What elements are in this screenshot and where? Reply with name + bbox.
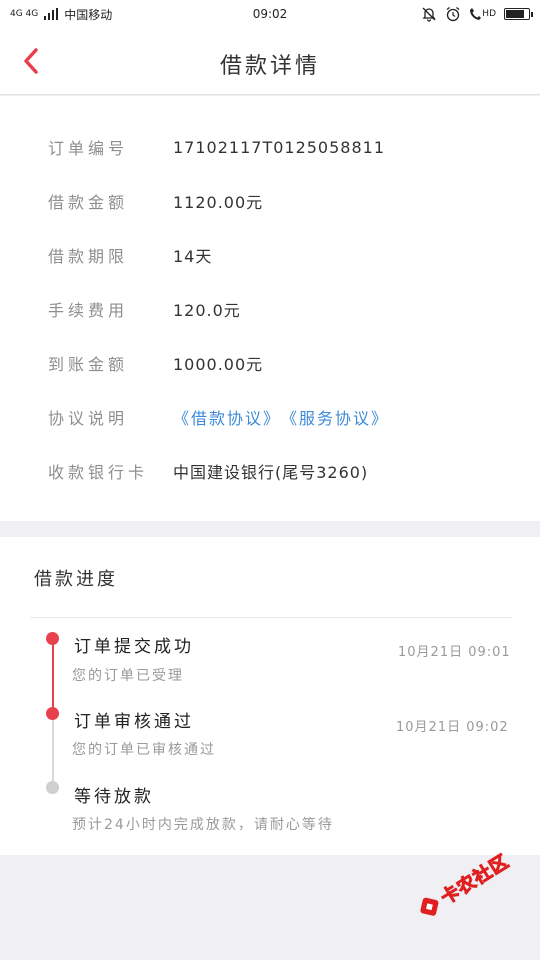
loan-agreement-link[interactable]: 《借款协议》 (173, 405, 281, 429)
fee-label: 手续费用 (48, 301, 129, 320)
order-no-label: 订单编号 (48, 139, 129, 158)
status-left: 4G 4G 中国移动 (10, 6, 112, 23)
step-dot-pending (46, 781, 59, 794)
watermark-text: 卡农社区 (437, 850, 514, 909)
detail-row-order-no: 订单编号 17102117T0125058811 (48, 132, 385, 162)
hd-call-indicator: HD (469, 7, 496, 21)
battery-fill (506, 10, 524, 18)
step-3-title: 等待放款 (74, 787, 154, 807)
agreement-label: 协议说明 (48, 409, 129, 428)
timeline-line-pending (52, 714, 54, 787)
status-bar: 4G 4G 中国移动 09:02 HD (0, 0, 540, 28)
timeline-line-completed (52, 638, 54, 714)
signal-icon (44, 8, 59, 20)
step-2-desc: 您的订单已审核通过 (72, 742, 216, 758)
fee-value: 120.0元 (173, 301, 241, 320)
detail-row-agreement: 协议说明 《借款协议》 《服务协议》 (48, 402, 389, 432)
nav-header: 借款详情 (0, 28, 540, 95)
detail-row-arrival-amount: 到账金额 1000.00元 (48, 348, 263, 378)
phone-icon (470, 8, 482, 20)
detail-row-fee: 手续费用 120.0元 (48, 294, 241, 324)
service-agreement-link[interactable]: 《服务协议》 (281, 405, 389, 429)
step-1-title: 订单提交成功 (74, 637, 194, 657)
loan-progress-card: 借款进度 订单提交成功 您的订单已受理 10月21日 09:01 订单审核通过 … (0, 537, 540, 855)
progress-title: 借款进度 (34, 569, 118, 590)
step-1-time: 10月21日 09:01 (398, 645, 511, 660)
detail-row-bank-card: 收款银行卡 中国建设银行(尾号3260) (48, 456, 368, 486)
battery-icon (504, 8, 533, 20)
step-1-desc: 您的订单已受理 (72, 668, 184, 684)
bank-card-value: 中国建设银行(尾号3260) (173, 463, 369, 482)
alarm-icon (446, 6, 460, 22)
loan-details-card: 订单编号 17102117T0125058811 借款金额 1120.00元 借… (0, 96, 540, 521)
arrival-amount-label: 到账金额 (48, 355, 129, 374)
detail-row-loan-amount: 借款金额 1120.00元 (48, 186, 263, 216)
order-no-value: 17102117T0125058811 (173, 137, 386, 157)
step-dot-completed (46, 707, 59, 720)
arrival-amount-value: 1000.00元 (173, 355, 264, 374)
step-3-desc: 预计24小时内完成放款，请耐心等待 (72, 817, 334, 833)
step-2-time: 10月21日 09:02 (396, 720, 509, 735)
loan-amount-value: 1120.00元 (173, 193, 264, 212)
progress-divider (30, 617, 512, 618)
loan-amount-label: 借款金额 (48, 193, 129, 212)
step-2-title: 订单审核通过 (74, 712, 194, 732)
hd-label: HD (482, 9, 496, 19)
step-dot-completed (46, 632, 59, 645)
page-title: 借款详情 (219, 54, 320, 79)
bank-card-label: 收款银行卡 (48, 463, 149, 482)
carrier-name: 中国移动 (64, 7, 113, 22)
loan-term-label: 借款期限 (48, 247, 129, 266)
loan-term-value: 14天 (173, 247, 213, 266)
detail-row-loan-term: 借款期限 14天 (48, 240, 212, 270)
status-right: HD (421, 6, 533, 22)
bell-muted-icon (422, 7, 436, 22)
network-type: 4G 4G (10, 8, 39, 19)
